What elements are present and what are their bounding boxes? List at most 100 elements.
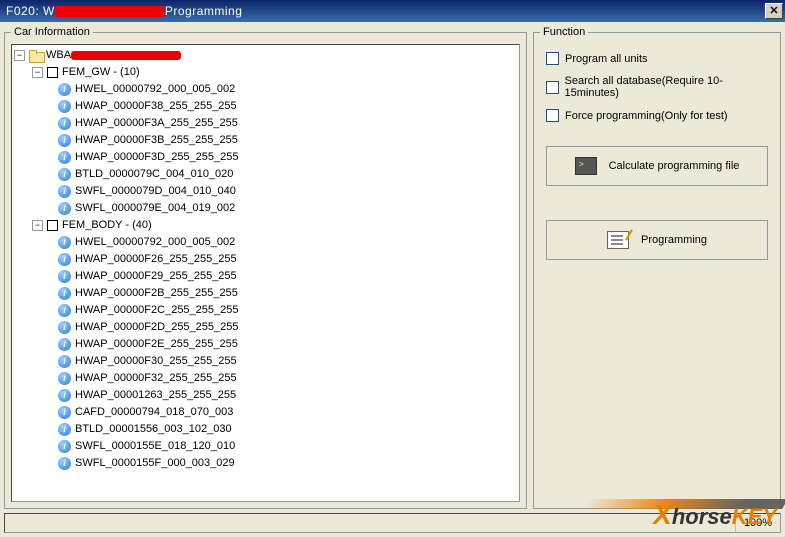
tree-item-node[interactable]: HWAP_00000F3D_255_255_255 [50,149,517,166]
tree-item-node[interactable]: HWEL_00000792_000_005_002 [50,81,517,98]
root-label: WBA [46,47,71,64]
info-icon [58,457,71,470]
item-label: BTLD_0000079C_004_010_020 [75,166,233,183]
programming-button[interactable]: Programming [546,220,768,260]
info-icon [58,355,71,368]
tree-item-node[interactable]: HWAP_00000F32_255_255_255 [50,370,517,387]
info-icon [58,253,71,266]
terminal-icon [575,157,597,175]
search-db-checkbox[interactable] [546,81,559,94]
car-info-legend: Car Information [11,26,93,38]
item-label: HWAP_00000F26_255_255_255 [75,251,237,268]
tree-item-node[interactable]: HWAP_00000F3B_255_255_255 [50,132,517,149]
item-label: HWAP_00000F2B_255_255_255 [75,285,238,302]
item-label: SWFL_0000079D_004_010_040 [75,183,236,200]
car-information-panel: Car Information −WBA−FEM_GW - (10)HWEL_0… [4,26,527,509]
tree-item-node[interactable]: HWAP_00000F2C_255_255_255 [50,302,517,319]
module-icon [47,67,58,78]
program-all-checkbox[interactable] [546,52,559,65]
tree-item-node[interactable]: HWAP_00000F3A_255_255_255 [50,115,517,132]
redacted-title [55,6,165,17]
item-label: HWAP_00000F32_255_255_255 [75,370,237,387]
close-button[interactable]: ✕ [765,3,783,19]
tree-item-node[interactable]: BTLD_00001556_003_102_030 [50,421,517,438]
client-area: Car Information −WBA−FEM_GW - (10)HWEL_0… [0,22,785,537]
tree-root-node[interactable]: − WBA [14,47,517,64]
info-icon [58,134,71,147]
tree-item-node[interactable]: SWFL_0000155E_018_120_010 [50,438,517,455]
tree-item-node[interactable]: HWAP_00000F2E_255_255_255 [50,336,517,353]
calculate-label: Calculate programming file [609,160,740,172]
expander-icon[interactable]: − [32,67,43,78]
tree-view[interactable]: −WBA−FEM_GW - (10)HWEL_00000792_000_005_… [11,44,520,502]
title-suffix: Programming [165,4,243,18]
item-label: HWAP_00000F3A_255_255_255 [75,115,238,132]
info-icon [58,372,71,385]
function-panel: Function Program all units Search all da… [533,26,781,509]
tree-group-node[interactable]: − FEM_BODY - (40) [32,217,517,234]
info-icon [58,100,71,113]
item-label: HWAP_00000F29_255_255_255 [75,268,237,285]
tree-item-node[interactable]: HWAP_00001263_255_255_255 [50,387,517,404]
calculate-button[interactable]: Calculate programming file [546,146,768,186]
window-title: F020: W Programming [2,4,765,18]
tree-item-node[interactable]: HWAP_00000F38_255_255_255 [50,98,517,115]
info-icon [58,151,71,164]
item-label: BTLD_00001556_003_102_030 [75,421,232,438]
info-icon [58,185,71,198]
tree-group-node[interactable]: − FEM_GW - (10) [32,64,517,81]
item-label: SWFL_0000155E_018_120_010 [75,438,235,455]
program-all-label[interactable]: Program all units [565,53,648,65]
search-db-label[interactable]: Search all database(Require 10-15minutes… [565,75,768,99]
item-label: HWAP_00000F3D_255_255_255 [75,149,239,166]
item-label: HWAP_00000F30_255_255_255 [75,353,237,370]
status-bar: 100% [4,513,781,533]
info-icon [58,304,71,317]
info-icon [58,202,71,215]
tree-item-node[interactable]: SWFL_0000079E_004_019_002 [50,200,517,217]
group-label: FEM_BODY - (40) [62,217,152,234]
bottom-spacer [546,270,768,410]
info-icon [58,270,71,283]
item-label: SWFL_0000079E_004_019_002 [75,200,235,217]
tree-item-node[interactable]: HWAP_00000F2D_255_255_255 [50,319,517,336]
title-prefix: F020: W [6,4,55,18]
tree-item-node[interactable]: BTLD_0000079C_004_010_020 [50,166,517,183]
force-label[interactable]: Force programming(Only for test) [565,110,728,122]
tree-item-node[interactable]: HWEL_00000792_000_005_002 [50,234,517,251]
programming-label: Programming [641,234,707,246]
tree-item-node[interactable]: HWAP_00000F26_255_255_255 [50,251,517,268]
info-icon [58,117,71,130]
tree-item-node[interactable]: CAFD_00000794_018_070_003 [50,404,517,421]
item-label: CAFD_00000794_018_070_003 [75,404,233,421]
info-icon [58,287,71,300]
group-label: FEM_GW - (10) [62,64,140,81]
item-label: HWEL_00000792_000_005_002 [75,234,235,251]
item-label: HWAP_00000F2C_255_255_255 [75,302,239,319]
info-icon [58,168,71,181]
expander-icon[interactable]: − [32,220,43,231]
info-icon [58,236,71,249]
checkbox-row-program-all: Program all units [546,52,768,65]
tree-item-node[interactable]: HWAP_00000F29_255_255_255 [50,268,517,285]
folder-icon [29,50,43,61]
info-icon [58,423,71,436]
tree-item-node[interactable]: HWAP_00000F2B_255_255_255 [50,285,517,302]
force-checkbox[interactable] [546,109,559,122]
expander-icon[interactable]: − [14,50,25,61]
tree-item-node[interactable]: SWFL_0000155F_000_003_029 [50,455,517,472]
edit-document-icon [607,231,629,249]
function-legend: Function [540,26,588,38]
info-icon [58,321,71,334]
titlebar: F020: W Programming ✕ [0,0,785,22]
tree-item-node[interactable]: HWAP_00000F30_255_255_255 [50,353,517,370]
status-segment [5,514,736,532]
tree-item-node[interactable]: SWFL_0000079D_004_010_040 [50,183,517,200]
item-label: HWAP_00000F2D_255_255_255 [75,319,239,336]
module-icon [47,220,58,231]
item-label: SWFL_0000155F_000_003_029 [75,455,235,472]
info-icon [58,338,71,351]
checkbox-row-force: Force programming(Only for test) [546,109,768,122]
item-label: HWAP_00000F2E_255_255_255 [75,336,238,353]
main-row: Car Information −WBA−FEM_GW - (10)HWEL_0… [4,26,781,509]
